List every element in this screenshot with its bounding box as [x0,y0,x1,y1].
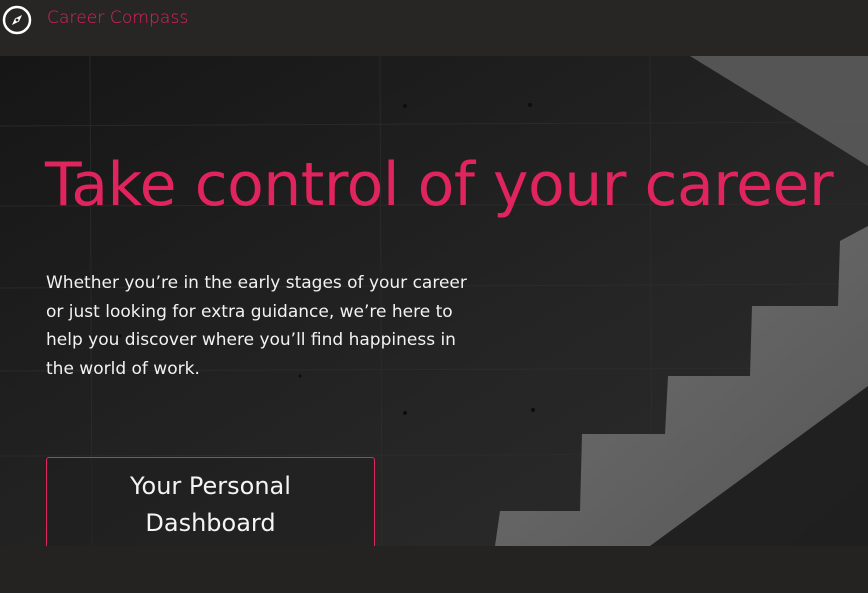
hero-headline: Take control of your career [45,150,834,220]
navbar: Career Compass [0,0,868,56]
hero-intro-text: Whether you’re in the early stages of yo… [46,273,467,379]
personal-dashboard-button[interactable]: Your Personal Dashboard [46,457,375,546]
brand-link[interactable]: Career Compass [47,8,188,28]
personal-dashboard-label: Your Personal Dashboard [130,472,291,537]
hero-section: Take control of your career Whether you’… [0,56,868,546]
compass-icon[interactable] [2,5,32,35]
